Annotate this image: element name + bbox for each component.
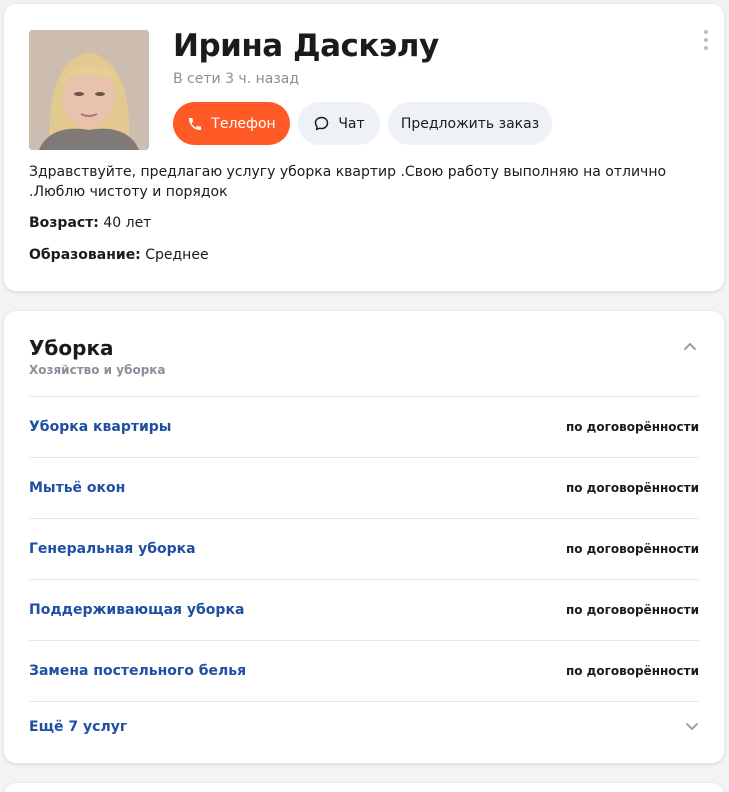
avatar[interactable] (29, 30, 149, 150)
phone-button[interactable]: Телефон (173, 102, 290, 145)
online-status: В сети 3 ч. назад (173, 71, 300, 87)
service-name[interactable]: Генеральная уборка (29, 541, 196, 557)
education-label: Образование: (29, 247, 141, 263)
phone-icon (189, 117, 202, 130)
service-name[interactable]: Поддерживающая уборка (29, 602, 244, 618)
profile-card: Ирина Даскэлу В сети 3 ч. назад Телефон … (4, 4, 724, 291)
show-more-services[interactable]: Ещё 7 услуг (29, 709, 699, 745)
chevron-up-icon[interactable] (683, 339, 697, 353)
service-name[interactable]: Мытьё окон (29, 480, 125, 496)
chat-button[interactable]: Чат (298, 102, 380, 145)
about-text: Здравствуйте, предлагаю услугу уборка кв… (29, 164, 667, 200)
chat-button-label: Чат (338, 115, 365, 132)
divider (29, 701, 699, 702)
profile-name: Ирина Даскэлу (173, 28, 439, 64)
service-row[interactable]: Мытьё окон по договорённости (29, 457, 699, 518)
phone-button-label: Телефон (211, 115, 276, 132)
service-price: по договорённости (565, 541, 699, 556)
more-vertical-icon[interactable] (701, 30, 711, 50)
service-row[interactable]: Замена постельного белья по договорённос… (29, 640, 699, 701)
services-category-title: Уборка (29, 336, 114, 360)
chevron-down-icon[interactable] (685, 720, 699, 734)
age-fact: Возраст: 40 лет (29, 215, 151, 231)
education-value: Среднее (140, 247, 209, 263)
offer-order-button-label: Предложить заказ (400, 115, 540, 132)
services-card: Уборка Хозяйство и уборка Уборка квартир… (4, 311, 724, 763)
age-label: Возраст: (29, 215, 99, 231)
service-name[interactable]: Уборка квартиры (29, 419, 171, 435)
service-price: по договорённости (565, 419, 699, 434)
services-category-subtitle: Хозяйство и уборка (29, 363, 166, 377)
avatar-photo (29, 30, 149, 150)
service-row[interactable]: Генеральная уборка по договорённости (29, 518, 699, 579)
service-price: по договорённости (565, 480, 699, 495)
offer-order-button[interactable]: Предложить заказ (388, 102, 552, 145)
age-value: 40 лет (98, 215, 152, 231)
service-row[interactable]: Поддерживающая уборка по договорённости (29, 579, 699, 640)
show-more-label[interactable]: Ещё 7 услуг (29, 719, 127, 735)
next-card (4, 783, 724, 792)
service-price: по договорённости (565, 663, 699, 678)
service-name[interactable]: Замена постельного белья (29, 663, 246, 679)
education-fact: Образование: Среднее (29, 247, 209, 263)
chat-bubble-icon (315, 116, 329, 131)
service-price: по договорённости (565, 602, 699, 617)
service-row[interactable]: Уборка квартиры по договорённости (29, 396, 699, 457)
